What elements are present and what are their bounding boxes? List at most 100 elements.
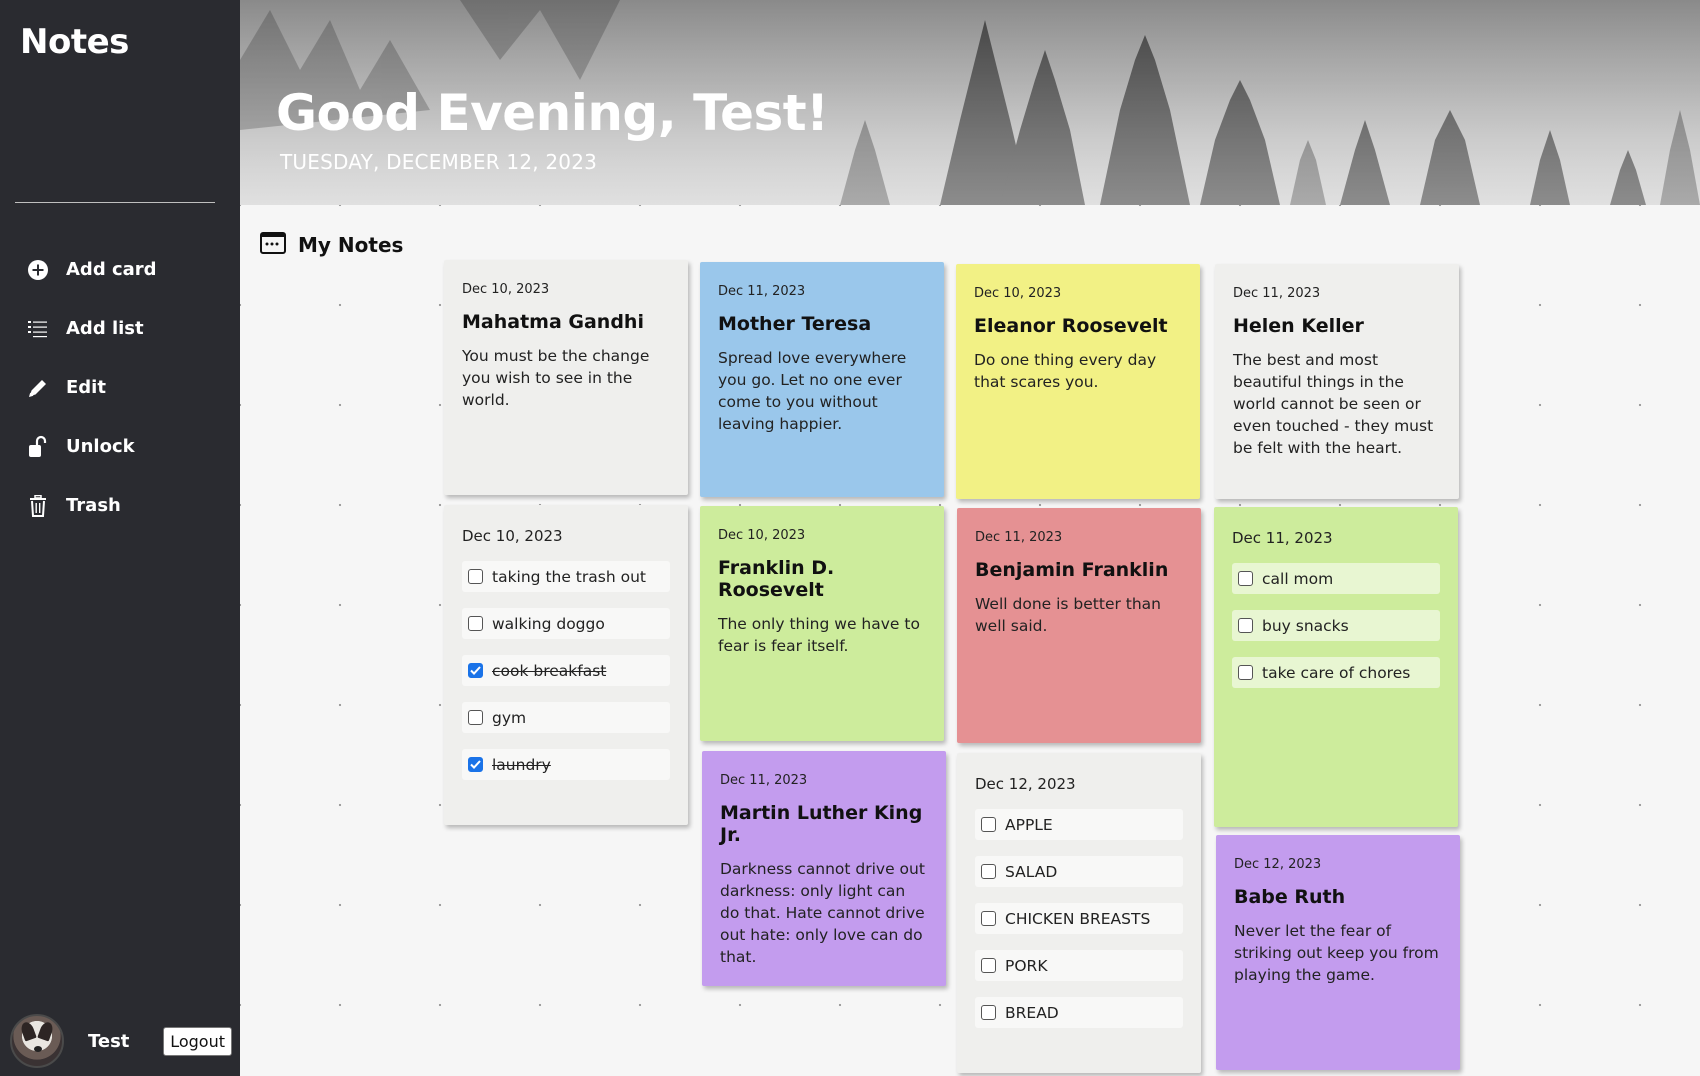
logout-button[interactable]: Logout [163,1026,232,1056]
sidebar-item-add-list[interactable]: Add list [0,299,240,358]
list-item[interactable]: buy snacks [1232,610,1440,641]
section-title: My Notes [260,231,403,259]
sidebar-item-label: Trash [66,495,121,516]
list-item-text: take care of chores [1262,663,1411,682]
sidebar-item-unlock[interactable]: Unlock [0,417,240,476]
current-date: TUESDAY, DECEMBER 12, 2023 [280,150,598,174]
list-item-text: laundry [492,755,551,774]
sidebar-item-trash[interactable]: Trash [0,476,240,535]
note-date: Dec 12, 2023 [1234,857,1322,872]
list-date: Dec 12, 2023 [975,775,1076,793]
list-item[interactable]: cook breakfast [462,655,670,686]
checkbox[interactable] [1238,618,1253,633]
checkbox-checked[interactable] [468,757,483,772]
app-title: Notes [20,22,129,62]
checkbox[interactable] [981,911,996,926]
note-body: The only thing we have to fear is fear i… [718,615,920,655]
sidebar-item-label: Add list [66,318,144,339]
sidebar-item-label: Add card [66,259,157,280]
list-item-text: BREAD [1005,1003,1059,1022]
sidebar: Notes Add card Add list Edit Unlock Tras… [0,0,240,1076]
note-date: Dec 11, 2023 [720,773,808,788]
list-icon [26,317,50,341]
checkbox[interactable] [981,864,996,879]
header-banner: Good Evening, Test! TUESDAY, DECEMBER 12… [240,0,1700,205]
section-title-label: My Notes [298,233,404,257]
plus-circle-icon [26,258,50,282]
note-title: Mahatma Gandhi [462,311,644,333]
note-card[interactable]: Dec 12, 2023 Babe Ruth Never let the fea… [1216,835,1460,1070]
trash-icon [26,494,50,518]
user-name: Test [88,1030,130,1052]
note-body: Darkness cannot drive out darkness: only… [720,860,925,966]
list-item-text: call mom [1262,569,1334,588]
note-card[interactable]: Dec 10, 2023 Eleanor Roosevelt Do one th… [956,264,1200,499]
list-date: Dec 10, 2023 [462,527,563,545]
note-card[interactable]: Dec 10, 2023 Franklin D. Roosevelt The o… [700,506,944,741]
checkbox[interactable] [468,569,483,584]
list-item-text: PORK [1005,956,1048,975]
checkbox[interactable] [981,958,996,973]
notes-board: My Notes Dec 10, 2023 Mahatma Gandhi You… [240,205,1700,1076]
list-item[interactable]: taking the trash out [462,561,670,592]
note-card[interactable]: Dec 11, 2023 Benjamin Franklin Well done… [957,508,1201,743]
note-title: Eleanor Roosevelt [974,315,1168,337]
checkbox[interactable] [468,616,483,631]
note-date: Dec 10, 2023 [974,286,1062,301]
list-item[interactable]: call mom [1232,563,1440,594]
list-item[interactable]: walking doggo [462,608,670,639]
note-body: Never let the fear of striking out keep … [1234,922,1439,984]
list-item-text: SALAD [1005,862,1058,881]
unlock-icon [26,435,50,459]
list-item-text: gym [492,708,527,727]
note-card[interactable]: Dec 11, 2023 Helen Keller The best and m… [1215,264,1459,499]
note-title: Martin Luther King Jr. [720,802,923,846]
list-item[interactable]: gym [462,702,670,733]
checkbox[interactable] [1238,665,1253,680]
note-body: Do one thing every day that scares you. [974,351,1157,391]
checkbox[interactable] [981,1005,996,1020]
list-item-text: cook breakfast [492,661,607,680]
list-item[interactable]: CHICKEN BREASTS [975,903,1183,934]
list-item[interactable]: PORK [975,950,1183,981]
sidebar-item-label: Edit [66,377,106,398]
sidebar-item-label: Unlock [66,436,135,457]
avatar[interactable] [10,1014,64,1068]
note-card[interactable]: Dec 11, 2023 Mother Teresa Spread love e… [700,262,944,497]
sidebar-item-edit[interactable]: Edit [0,358,240,417]
note-title: Mother Teresa [718,313,872,335]
calendar-icon [260,231,286,259]
checkbox-checked[interactable] [468,663,483,678]
list-date: Dec 11, 2023 [1232,529,1333,547]
note-body: The best and most beautiful things in th… [1233,351,1434,457]
sidebar-divider [15,202,215,203]
pencil-icon [26,376,50,400]
note-body: You must be the change you wish to see i… [462,347,650,409]
checkbox[interactable] [468,710,483,725]
note-body: Well done is better than well said. [975,595,1161,635]
note-body: Spread love everywhere you go. Let no on… [718,349,907,433]
note-date: Dec 11, 2023 [1233,286,1321,301]
note-date: Dec 11, 2023 [718,284,806,299]
list-card[interactable]: Dec 11, 2023 call mom buy snacks take ca… [1214,507,1458,827]
checkbox[interactable] [1238,571,1253,586]
user-row: Test Logout [10,1014,232,1068]
sidebar-item-add-card[interactable]: Add card [0,240,240,299]
list-item[interactable]: BREAD [975,997,1183,1028]
list-card[interactable]: Dec 10, 2023 taking the trash out walkin… [444,505,688,825]
list-item[interactable]: laundry [462,749,670,780]
note-title: Helen Keller [1233,315,1364,337]
list-item-text: buy snacks [1262,616,1349,635]
note-card[interactable]: Dec 11, 2023 Martin Luther King Jr. Dark… [702,751,946,986]
list-item-text: taking the trash out [492,567,646,586]
list-card[interactable]: Dec 12, 2023 APPLE SALAD CHICKEN BREASTS… [957,753,1201,1073]
note-date: Dec 10, 2023 [718,528,806,543]
greeting: Good Evening, Test! [276,84,829,142]
list-item-text: walking doggo [492,614,605,633]
list-item[interactable]: APPLE [975,809,1183,840]
note-card[interactable]: Dec 10, 2023 Mahatma Gandhi You must be … [444,260,688,495]
checkbox[interactable] [981,817,996,832]
note-date: Dec 11, 2023 [975,530,1063,545]
list-item[interactable]: SALAD [975,856,1183,887]
list-item[interactable]: take care of chores [1232,657,1440,688]
